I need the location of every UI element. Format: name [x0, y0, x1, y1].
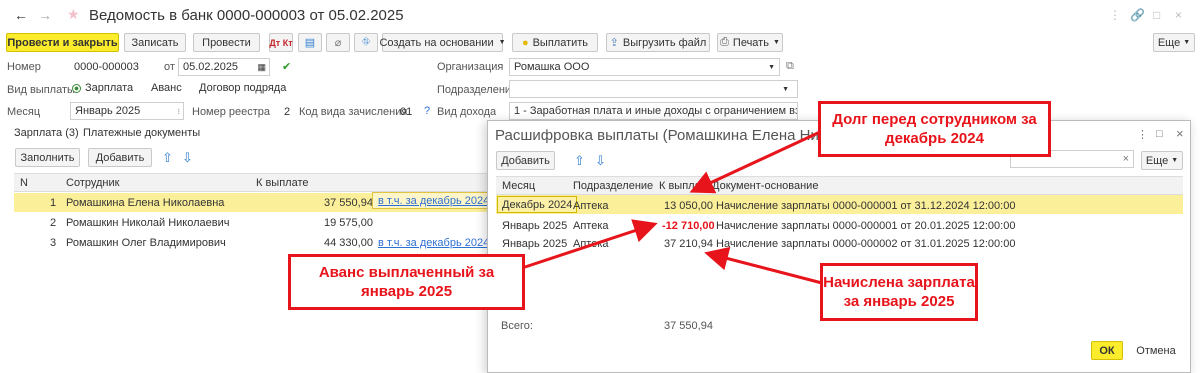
callout-advance: Аванс выплаченный за январь 2025 — [288, 254, 525, 310]
callout-salary: Начислена зарплата за январь 2025 — [820, 263, 978, 321]
callout-debt: Долг перед сотрудником за декабрь 2024 — [818, 101, 1051, 157]
annotation-arrows — [521, 130, 823, 285]
arrow-to-salary — [704, 246, 823, 285]
arrow-to-debt — [689, 130, 821, 194]
arrow-to-advance — [521, 219, 658, 270]
